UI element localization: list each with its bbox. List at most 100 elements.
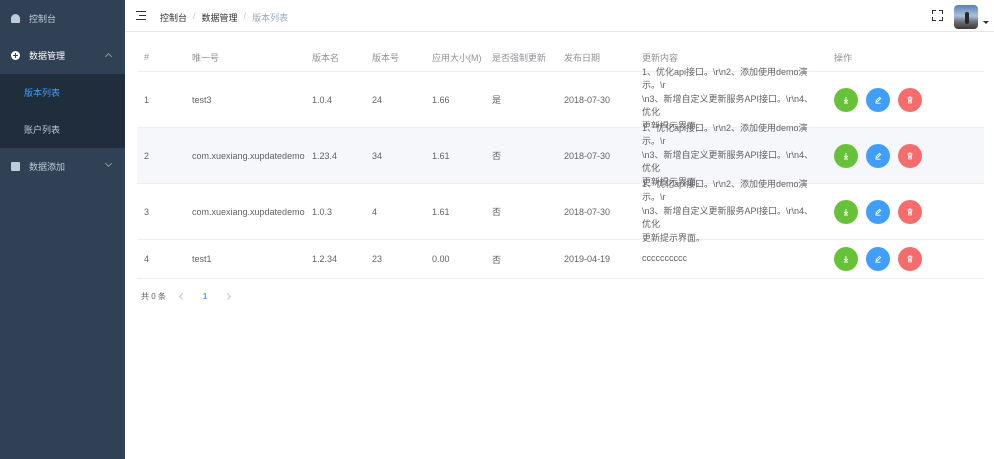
- avatar[interactable]: [954, 5, 978, 29]
- breadcrumb-separator: /: [243, 11, 247, 21]
- edit-icon: [875, 255, 882, 263]
- content-line: 1、优化api接口。\r\n2、添加使用demo演示。\r: [642, 178, 808, 203]
- sidebar-item-label: 控制台: [29, 14, 57, 24]
- sidebar-item-label: 数据管理: [29, 51, 66, 61]
- edit-button[interactable]: [866, 199, 890, 224]
- caret-down-icon[interactable]: [983, 21, 989, 24]
- edit-icon: [875, 96, 882, 104]
- download-button[interactable]: [834, 199, 858, 224]
- table-row: 2 com.xuexiang.xupdatedemo 1.23.4 34 1.6…: [137, 123, 984, 187]
- sidebar-item-dashboard[interactable]: 控制台: [0, 0, 125, 37]
- cell-date: 2018-07-30: [564, 150, 611, 161]
- download-button[interactable]: [834, 87, 858, 112]
- content-line: \n3、新增自定义更新服务API接口。\r\n4、优化: [642, 93, 814, 118]
- table-row: 3 com.xuexiang.xupdatedemo 1.0.3 4 1.61 …: [137, 179, 984, 243]
- cell-content: 1、优化api接口。\r\n2、添加使用demo演示。\r \n3、新增自定义更…: [642, 178, 822, 246]
- delete-icon: [907, 152, 913, 159]
- cell-uid: com.xuexiang.xupdatedemo: [192, 150, 305, 161]
- cell-index: 3: [144, 206, 150, 217]
- pagination-page[interactable]: 1: [203, 292, 207, 301]
- chevron-down-icon: [104, 159, 113, 168]
- cell-version-code: 34: [372, 150, 383, 161]
- cell-size: 1.61: [432, 206, 450, 217]
- download-button[interactable]: [834, 143, 858, 168]
- sidebar-item-label: 账户列表: [24, 125, 61, 135]
- edit-button[interactable]: [866, 143, 890, 168]
- download-icon: [843, 96, 849, 103]
- sidebar-item-version-list[interactable]: 版本列表: [0, 74, 125, 111]
- table-row: 4 test1 1.2.34 23 0.00 否 2019-04-19 cccc…: [137, 240, 984, 279]
- column-header-uid: 唯一号: [192, 52, 220, 63]
- cell-date: 2018-07-30: [564, 206, 611, 217]
- download-button[interactable]: [834, 247, 858, 271]
- column-header-version-code: 版本号: [372, 52, 400, 63]
- edit-button[interactable]: [866, 87, 890, 112]
- cell-version-name: 1.0.4: [312, 94, 333, 105]
- table-header: # 唯一号 版本名 版本号 应用大小(M) 是否强制更新 发布日期 更新内容 操…: [137, 43, 984, 72]
- document-icon: [11, 162, 20, 171]
- delete-button[interactable]: [898, 143, 922, 168]
- breadcrumb-item-data-management: 数据管理: [201, 13, 238, 23]
- download-icon: [843, 256, 849, 263]
- cell-uid: test3: [192, 94, 212, 105]
- cell-force-update: 否: [492, 151, 502, 161]
- navbar: 控制台 / 数据管理 / 版本列表: [125, 0, 994, 32]
- content-line: cccccccccc: [642, 253, 687, 264]
- edit-button[interactable]: [866, 247, 890, 271]
- row-actions: [834, 247, 922, 271]
- version-table: # 唯一号 版本名 版本号 应用大小(M) 是否强制更新 发布日期 更新内容 操…: [137, 43, 984, 279]
- cell-index: 2: [144, 150, 150, 161]
- column-header-version-name: 版本名: [312, 52, 340, 63]
- chevron-left-icon[interactable]: [178, 292, 186, 301]
- submenu-data-management: 版本列表 账户列表: [0, 74, 125, 148]
- dashboard-icon: [11, 14, 20, 23]
- cell-date: 2018-07-30: [564, 94, 611, 105]
- column-header-index: #: [144, 52, 150, 62]
- breadcrumb-item-dashboard[interactable]: 控制台: [160, 11, 187, 24]
- delete-icon: [907, 255, 913, 263]
- cell-date: 2019-04-19: [564, 254, 611, 264]
- sidebar-item-data-add[interactable]: 数据添加: [0, 148, 125, 185]
- breadcrumb-separator: /: [193, 11, 196, 21]
- chevron-right-icon[interactable]: [224, 292, 232, 301]
- sidebar-item-label: 版本列表: [24, 88, 61, 98]
- cell-version-name: 1.23.4: [312, 150, 338, 161]
- cell-size: 1.66: [432, 94, 450, 105]
- cell-content: cccccccccc: [642, 252, 822, 266]
- cell-version-code: 24: [372, 94, 383, 105]
- sidebar-item-data-management[interactable]: 数据管理: [0, 37, 125, 74]
- cell-version-code: 23: [372, 254, 383, 264]
- sidebar-item-account-list[interactable]: 账户列表: [0, 111, 125, 148]
- content-line: 1、优化api接口。\r\n2、添加使用demo演示。\r: [642, 66, 808, 91]
- cell-force-update: 是: [492, 95, 502, 105]
- column-header-force-update: 是否强制更新: [492, 52, 547, 63]
- delete-button[interactable]: [898, 87, 922, 112]
- column-header-size: 应用大小(M): [432, 52, 482, 63]
- pagination-total: 共 0 条: [141, 292, 166, 301]
- content-line: \n3、新增自定义更新服务API接口。\r\n4、优化: [642, 205, 814, 230]
- cell-uid: com.xuexiang.xupdatedemo: [192, 206, 305, 217]
- cell-force-update: 否: [492, 207, 502, 217]
- cell-version-name: 1.0.3: [312, 206, 333, 217]
- breadcrumb: 控制台 / 数据管理 / 版本列表: [160, 11, 288, 24]
- edit-icon: [875, 152, 882, 160]
- sidebar-item-label: 数据添加: [29, 162, 66, 172]
- download-icon: [843, 152, 849, 159]
- cell-size: 0.00: [432, 254, 450, 264]
- cell-size: 1.61: [432, 150, 450, 161]
- plus-circle-icon: [11, 51, 20, 60]
- content-line: \n3、新增自定义更新服务API接口。\r\n4、优化: [642, 149, 814, 174]
- pagination: 共 0 条 1: [141, 291, 232, 302]
- delete-button[interactable]: [898, 199, 922, 224]
- row-actions: [834, 199, 922, 224]
- delete-button[interactable]: [898, 247, 922, 271]
- cell-index: 4: [144, 254, 150, 264]
- edit-icon: [875, 208, 882, 216]
- delete-icon: [907, 96, 913, 103]
- chevron-up-icon: [104, 52, 113, 61]
- row-actions: [834, 143, 922, 168]
- cell-version-code: 4: [372, 206, 378, 217]
- fullscreen-icon[interactable]: [932, 10, 943, 21]
- hamburger-icon[interactable]: [136, 11, 146, 20]
- cell-version-name: 1.2.34: [312, 254, 338, 264]
